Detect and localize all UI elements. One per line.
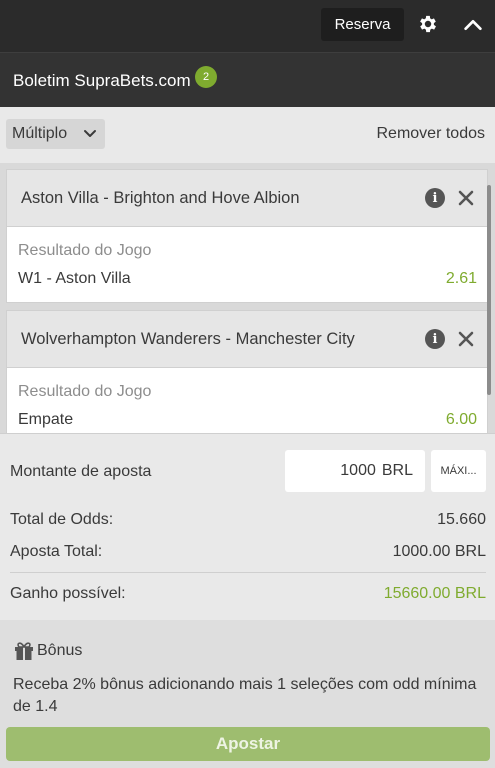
match-name: Aston Villa - Brighton and Hove Albion — [21, 189, 300, 207]
selections-scrollbar[interactable] — [487, 185, 491, 395]
possible-win-value: 15660.00 BRL — [383, 585, 486, 602]
stake-input[interactable]: 1000 BRL — [285, 450, 425, 492]
selection-body: Resultado do Jogo W1 - Aston Villa 2.61 — [7, 227, 487, 302]
total-odds-value: 15.660 — [437, 511, 486, 528]
bonus-section: Bônus Receba 2% bônus adicionando mais 1… — [0, 620, 495, 768]
bet-summary: Montante de aposta 1000 BRL MÁXI... Tota… — [0, 433, 495, 620]
stake-currency: BRL — [381, 462, 413, 479]
summary-divider — [10, 572, 486, 573]
selection-card: Wolverhampton Wanderers - Manchester Cit… — [6, 310, 488, 433]
total-odds-label: Total de Odds: — [10, 511, 114, 528]
possible-win-label: Ganho possível: — [10, 585, 126, 602]
odd-value: 2.61 — [445, 270, 477, 287]
stake-value: 1000 — [340, 462, 376, 479]
chevron-down-icon — [84, 130, 96, 137]
market-name: Resultado do Jogo — [18, 242, 152, 259]
total-stake-label: Aposta Total: — [10, 543, 103, 560]
info-icon[interactable]: i — [425, 329, 445, 349]
gift-icon — [15, 642, 33, 660]
close-icon[interactable] — [457, 189, 475, 207]
selection-card: Aston Villa - Brighton and Hove Albion i… — [6, 169, 488, 303]
max-stake-button[interactable]: MÁXI... — [431, 450, 486, 492]
bonus-description: Receba 2% bônus adicionando mais 1 seleç… — [13, 676, 477, 715]
bet-type-select[interactable]: Múltiplo — [6, 119, 105, 149]
reserve-button[interactable]: Reserva — [321, 8, 404, 41]
selection-body: Resultado do Jogo Empate 6.00 — [7, 368, 487, 433]
selection-count-badge: 2 — [195, 66, 217, 88]
match-name: Wolverhampton Wanderers - Manchester Cit… — [21, 330, 355, 348]
stake-label: Montante de aposta — [10, 463, 152, 480]
betslip-toolbar: Múltiplo Remover todos — [0, 107, 495, 163]
bonus-title: Bônus — [37, 642, 83, 659]
bet-type-label: Múltiplo — [12, 125, 68, 142]
pick-name: Empate — [18, 411, 74, 428]
pick-name: W1 - Aston Villa — [18, 270, 131, 287]
selections-list: Aston Villa - Brighton and Hove Albion i… — [0, 163, 495, 433]
selection-header: Aston Villa - Brighton and Hove Albion i — [7, 170, 487, 227]
remove-all-link[interactable]: Remover todos — [377, 125, 486, 143]
total-stake-value: 1000.00 BRL — [392, 543, 486, 560]
close-icon[interactable] — [457, 330, 475, 348]
top-bar: Reserva — [0, 0, 495, 52]
market-name: Resultado do Jogo — [18, 383, 152, 400]
place-bet-button[interactable]: Apostar — [6, 727, 490, 761]
chevron-up-icon[interactable] — [462, 14, 484, 36]
betslip-title: Boletim SupraBets.com — [13, 71, 191, 90]
odd-value: 6.00 — [445, 411, 477, 428]
info-icon[interactable]: i — [425, 188, 445, 208]
betslip-header: Boletim SupraBets.com 2 — [0, 52, 495, 107]
gear-icon[interactable] — [417, 13, 439, 35]
selection-header: Wolverhampton Wanderers - Manchester Cit… — [7, 311, 487, 368]
